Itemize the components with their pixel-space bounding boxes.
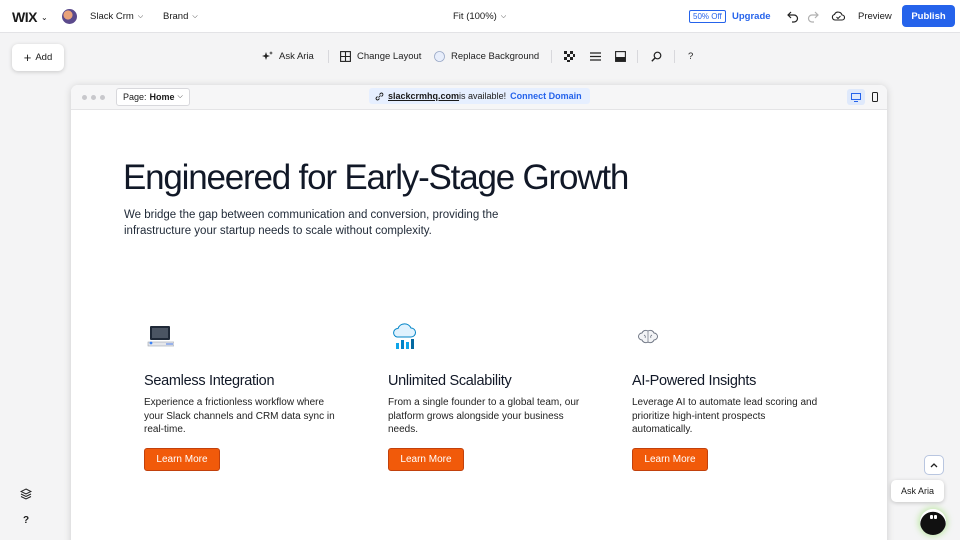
chevron-down-icon: ⌵ [177,93,183,100]
change-layout-tool[interactable]: Change Layout [340,51,421,62]
hero-title[interactable]: Engineered for Early-Stage Growth [123,158,629,198]
desktop-icon [851,92,861,102]
chevron-up-icon [930,463,938,468]
mobile-view-button[interactable] [869,89,881,105]
desktop-view-button[interactable] [847,89,865,105]
help-center-button[interactable]: ? [23,515,29,526]
page-prefix: Page: [123,92,147,102]
learn-more-button[interactable]: Learn More [632,447,708,471]
preview-button[interactable]: Preview [858,11,892,22]
hero-subtitle[interactable]: We bridge the gap between communication … [124,207,544,239]
frame-address-bar: Page: Home ⌵ slackcrmhq.comis available!… [71,85,887,110]
add-label: Add [35,52,53,63]
learn-more-button[interactable]: Learn More [144,447,220,471]
zoom-menu[interactable]: Fit (100%) ⌵ [453,11,506,22]
computer-integration-icon [147,326,175,347]
window-dots [82,95,105,100]
upgrade-link[interactable]: Upgrade [732,11,771,22]
mobile-icon [872,92,878,102]
scroll-to-top-button[interactable] [924,455,944,475]
link-icon [375,92,384,100]
cloud-growth-icon [393,323,416,349]
plus-icon: + [23,49,32,65]
menu-lines-icon[interactable] [590,51,601,62]
connect-domain-link[interactable]: Connect Domain [510,91,582,101]
domain-status: is available! [459,91,507,101]
toolbar-divider [637,50,638,63]
site-name-label: Slack Crm [90,11,134,22]
editor-top-bar: WIX ⌄ Slack Crm ⌵ Brand ⌵ Fit (100%) ⌵ 5… [0,0,960,33]
feature-card-scalability: Unlimited Scalability From a single foun… [388,323,588,471]
page-selector[interactable]: Page: Home ⌵ [116,88,190,106]
replace-background-label: Replace Background [451,51,540,62]
chevron-down-icon: ⌄ [40,12,48,22]
brand-menu-label: Brand [163,11,189,22]
layers-icon[interactable] [20,488,32,500]
replace-background-tool[interactable]: Replace Background [434,51,539,62]
site-name-menu[interactable]: Slack Crm ⌵ [90,11,143,22]
chevron-down-icon: ⌵ [137,12,144,20]
toolbar-divider [674,50,675,63]
checker-pattern-icon[interactable] [564,51,575,62]
feature-description[interactable]: From a single founder to a global team, … [388,396,583,437]
learn-more-button[interactable]: Learn More [388,447,464,471]
redo-icon[interactable] [807,9,819,23]
help-button[interactable]: ? [688,51,693,62]
brain-icon [638,329,658,344]
ask-aria-tool[interactable]: Ask Aria [262,51,314,62]
toolbar-divider [328,50,329,63]
wix-logo: WIX [12,9,37,25]
add-elements-button[interactable]: + Add [12,44,64,71]
aria-assistant-avatar[interactable] [920,509,946,535]
feature-title[interactable]: Seamless Integration [144,373,344,389]
wix-logo-menu[interactable]: WIX ⌄ [12,9,48,25]
layout-icon [340,51,351,62]
feature-title[interactable]: AI-Powered Insights [632,373,832,389]
chevron-down-icon: ⌵ [192,12,198,20]
feature-card-ai-insights: AI-Powered Insights Leverage AI to autom… [632,323,832,471]
ask-aria-label: Ask Aria [279,51,314,62]
search-zoom-icon[interactable] [651,51,662,62]
chevron-down-icon: ⌵ [500,12,507,20]
feature-description[interactable]: Experience a frictionless workflow where… [144,396,339,437]
toolbar-divider [551,50,552,63]
feature-description[interactable]: Leverage AI to automate lead scoring and… [632,396,827,437]
site-avatar[interactable] [62,9,77,24]
change-layout-label: Change Layout [357,51,422,62]
offer-badge[interactable]: 50% Off [689,10,726,23]
ask-aria-bubble[interactable]: Ask Aria [891,480,944,502]
domain-name[interactable]: slackcrmhq.com [388,91,459,101]
sparkle-icon [262,51,273,60]
brand-menu[interactable]: Brand ⌵ [163,11,198,22]
publish-button[interactable]: Publish [902,5,955,27]
cloud-save-icon[interactable] [831,10,845,22]
feature-title[interactable]: Unlimited Scalability [388,373,588,389]
site-preview-frame: Page: Home ⌵ slackcrmhq.comis available!… [71,85,887,540]
zoom-label: Fit (100%) [453,11,497,22]
page-name: Home [149,92,175,102]
undo-icon[interactable] [787,9,799,23]
domain-banner: slackcrmhq.comis available! Connect Doma… [369,88,590,104]
background-circle-icon [434,51,445,62]
feature-card-integration: Seamless Integration Experience a fricti… [144,323,344,471]
section-background-icon[interactable] [615,51,626,62]
